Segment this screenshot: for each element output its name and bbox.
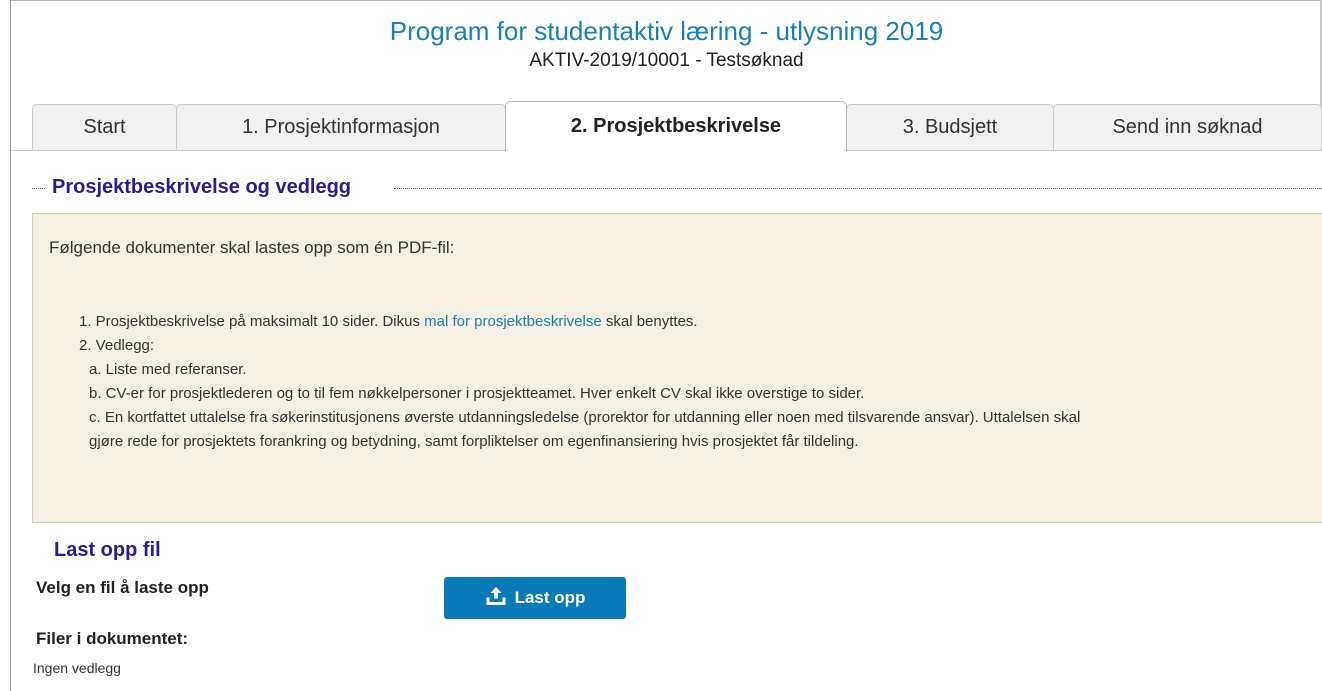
application-id: AKTIV-2019/10001 - Testsøknad [529, 50, 804, 71]
list-subitem-continued: gjøre rede for prosjektets forankring og… [89, 433, 859, 450]
section-title: Prosjektbeskrivelse og vedlegg [52, 176, 352, 198]
template-link[interactable]: mal for prosjektbeskrivelse [424, 313, 602, 330]
tab-prosjektinformasjon[interactable]: 1. Prosjektinformasjon [176, 104, 506, 150]
list-item: 2. Vedlegg: [79, 337, 155, 354]
list-item: 1. Prosjektbeskrivelse på maksimalt 10 s… [79, 310, 1080, 334]
no-attachments-text: Ingen vedlegg [33, 660, 121, 676]
upload-section-title: Last opp fil [54, 539, 161, 561]
choose-file-label: Velg en fil å laste opp [36, 578, 209, 597]
list-subitem: c. En kortfattet uttalelse fra søkerinst… [89, 409, 1081, 426]
window-top-border [10, 0, 1322, 1]
legend-rule-left [32, 188, 45, 189]
upload-icon [485, 586, 507, 611]
page-title: Program for studentaktiv læring - utlysn… [389, 16, 944, 46]
files-list-label: Filer i dokumentet: [36, 629, 189, 648]
requirements-list: 1. Prosjektbeskrivelse på maksimalt 10 s… [79, 310, 1080, 454]
upload-button-label: Last opp [514, 588, 586, 607]
item-text: skal benyttes. [601, 313, 698, 330]
list-subitem: a. Liste med referanser. [89, 361, 247, 378]
list-subitem: b. CV-er for prosjektlederen og to til f… [89, 385, 865, 402]
instructions-intro: Følgende dokumenter skal lastes opp som … [49, 238, 455, 257]
item-text: 1. Prosjektbeskrivelse på maksimalt 10 s… [79, 313, 425, 330]
tab-prosjektbeskrivelse[interactable]: 2. Prosjektbeskrivelse [505, 101, 847, 151]
section-heading: Prosjektbeskrivelse og vedlegg [32, 174, 1322, 200]
upload-button[interactable]: Last opp [444, 577, 626, 619]
legend-rule-right [394, 188, 1322, 189]
tab-send-inn-soknad[interactable]: Send inn søknad [1053, 104, 1322, 150]
window-left-border [10, 0, 11, 691]
instructions-panel: Følgende dokumenter skal lastes opp som … [32, 213, 1322, 523]
tab-budsjett[interactable]: 3. Budsjett [846, 104, 1054, 150]
tab-start[interactable]: Start [32, 104, 177, 150]
